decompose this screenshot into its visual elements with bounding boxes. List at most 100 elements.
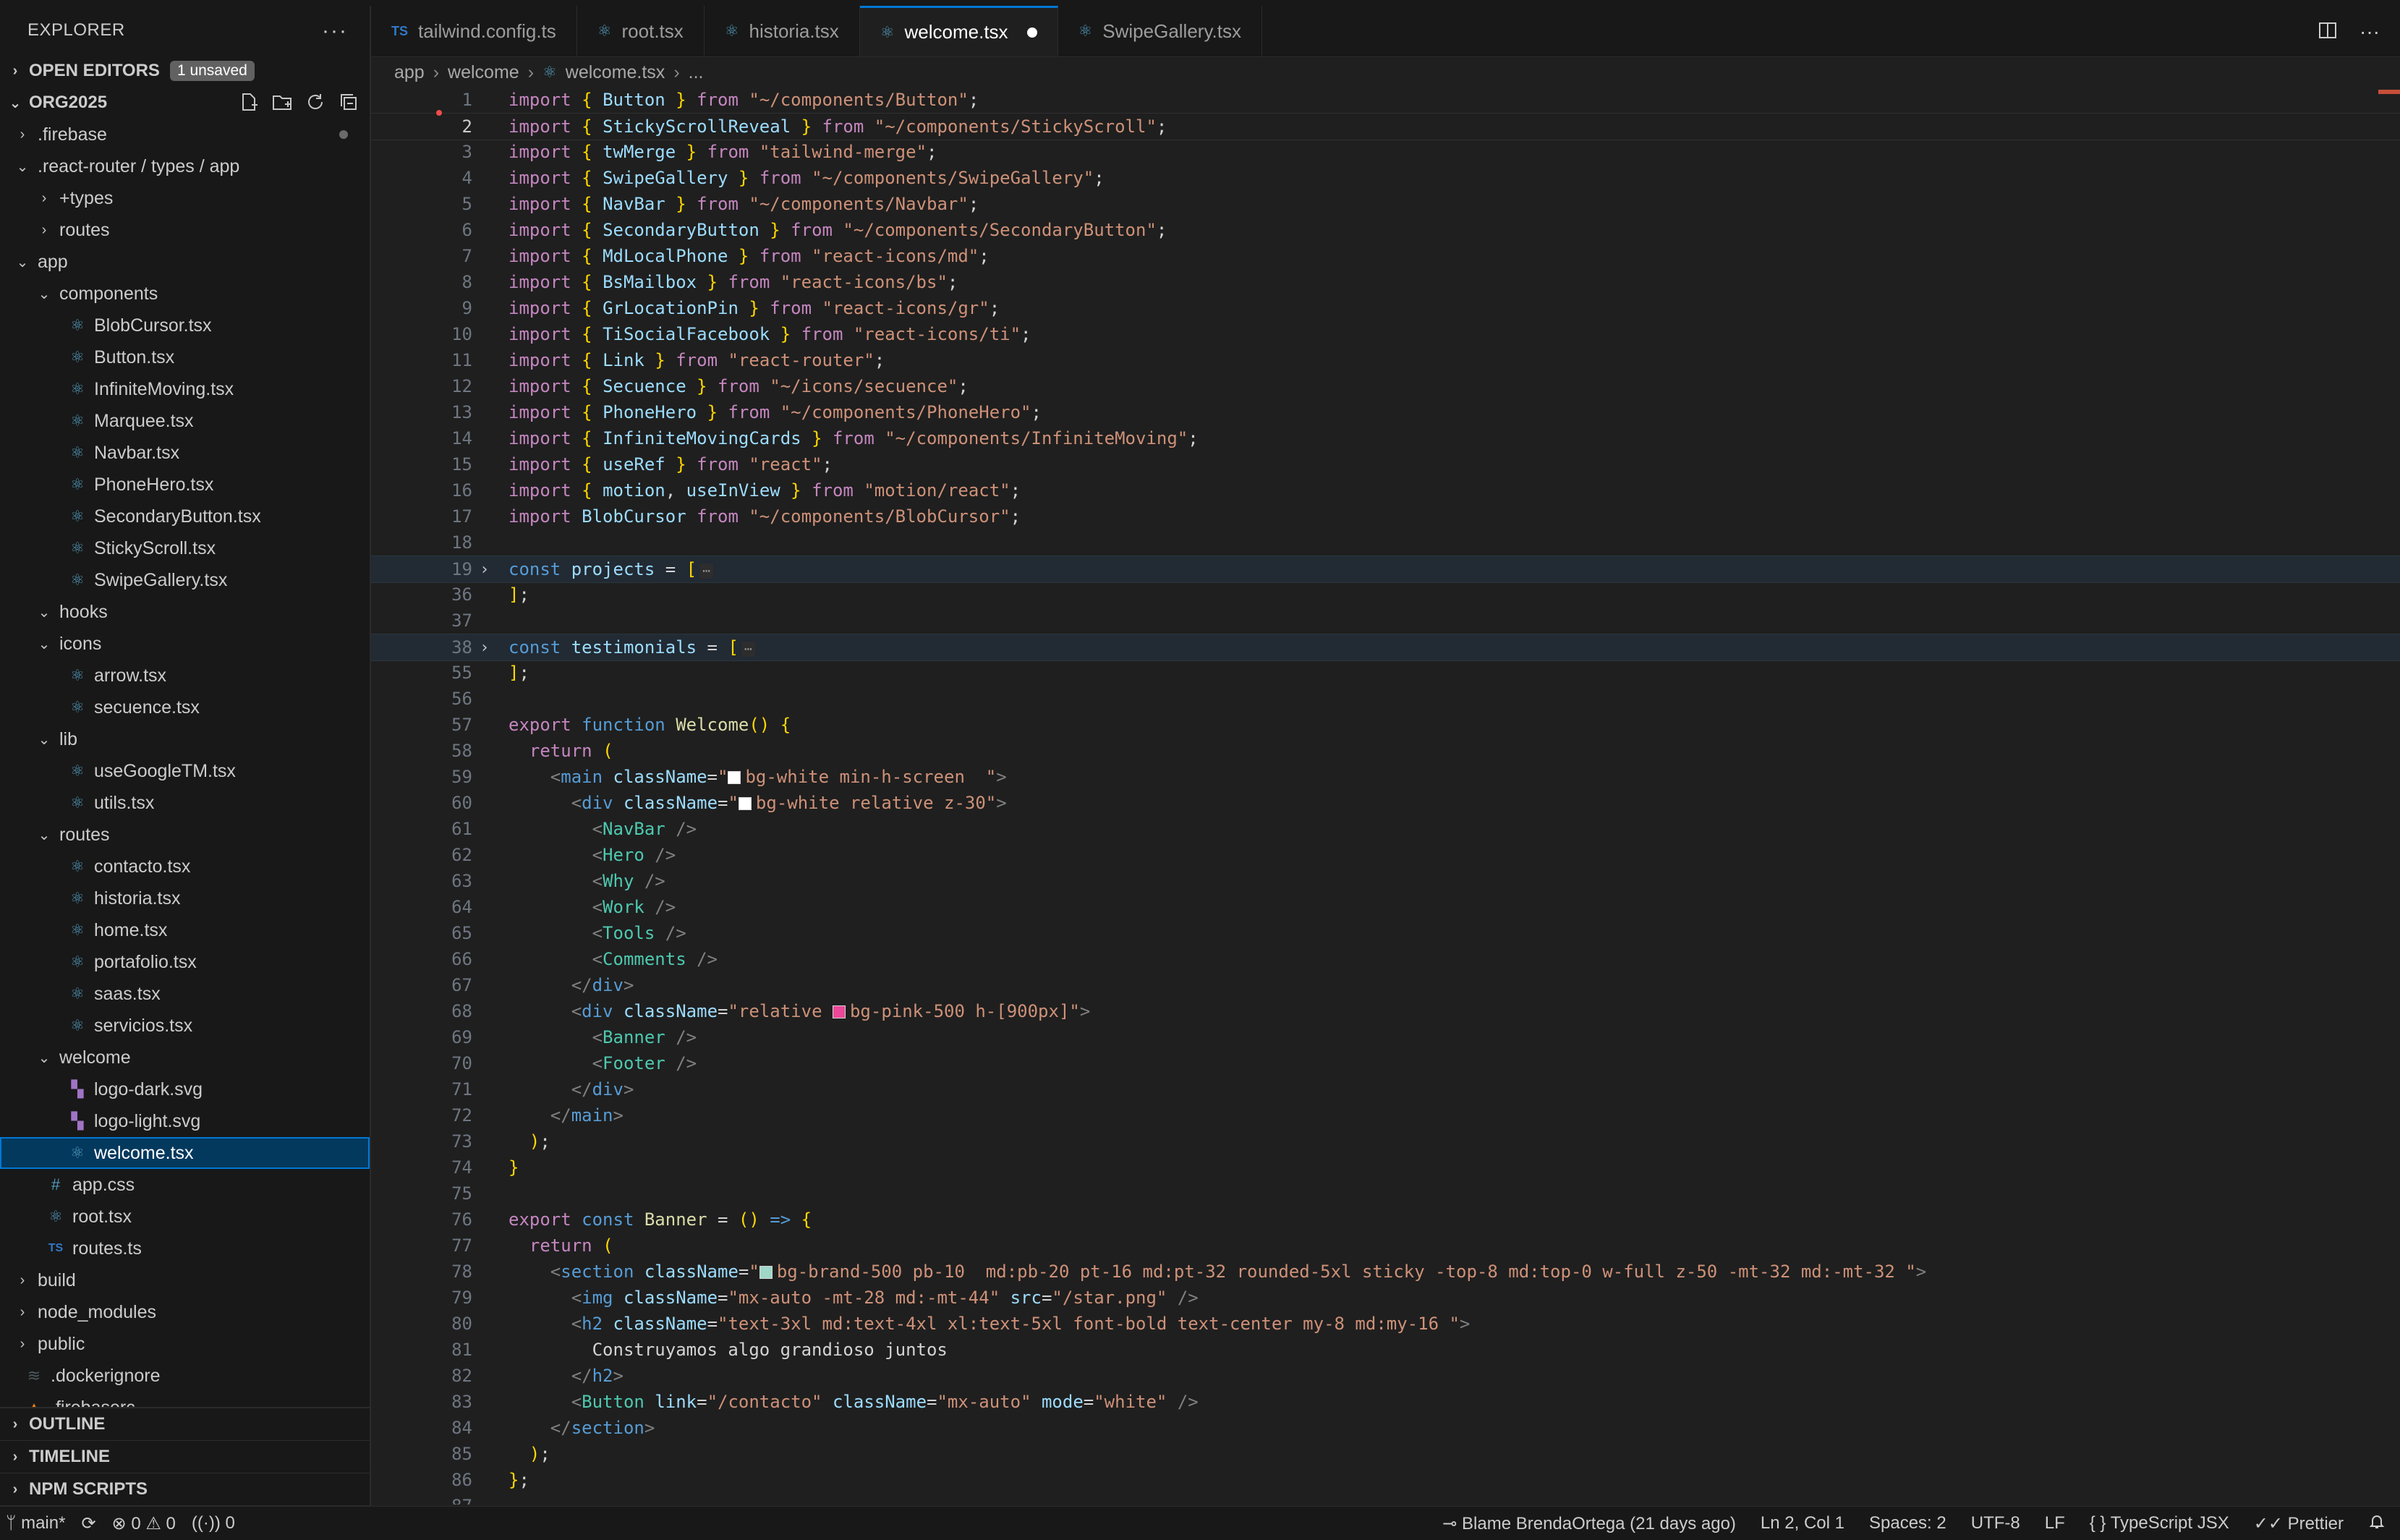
tree-file[interactable]: ⚛ secuence.tsx [0,692,370,723]
code-line[interactable]: 37 [371,608,2400,634]
tree-folder[interactable]: ⌄ icons [0,628,370,660]
breadcrumb-item[interactable]: app [394,62,425,83]
tree-folder[interactable]: ⌄ routes [0,819,370,851]
code-line[interactable]: 63 <Why /> [371,868,2400,894]
workspace-section[interactable]: ⌄ ORG2025 [0,87,370,119]
code-line[interactable]: 80 <h2 className="text-3xl md:text-4xl x… [371,1311,2400,1337]
tree-folder[interactable]: › +types [0,182,370,214]
code-line[interactable]: 67 </div> [371,972,2400,998]
code-line[interactable]: 14 import { InfiniteMovingCards } from "~… [371,425,2400,451]
code-line[interactable]: 4 import { SwipeGallery } from "~/compone… [371,165,2400,191]
indentation[interactable]: Spaces: 2 [1869,1513,1946,1533]
code-editor[interactable]: 1 import { Button } from "~/components/Bu… [371,87,2400,1505]
code-line[interactable]: 58 return ( [371,738,2400,764]
tree-file[interactable]: ▚ logo-dark.svg [0,1073,370,1105]
code-line[interactable]: 17 import BlobCursor from "~/components/B… [371,503,2400,529]
blame-item[interactable]: ⊸ Blame BrendaOrtega (21 days ago) [1442,1513,1736,1534]
code-line[interactable]: 10 import { TiSocialFacebook } from "reac… [371,321,2400,347]
ports-item[interactable]: ((·)) 0 [192,1513,235,1533]
color-swatch-icon[interactable] [759,1266,773,1279]
tree-folder[interactable]: › node_modules [0,1296,370,1328]
code-line[interactable]: 66 <Comments /> [371,946,2400,972]
new-file-icon[interactable] [238,91,260,113]
tab-welcome[interactable]: ⚛ welcome.tsx [859,6,1058,56]
code-line[interactable]: 61 <NavBar /> [371,816,2400,842]
tree-file[interactable]: ⚛ saas.tsx [0,978,370,1010]
folded-region-ellipsis[interactable]: ⋯ [741,642,755,657]
more-actions-icon[interactable]: ··· [2359,20,2380,46]
code-line[interactable]: 59 <main className=" bg-white min-h-scree… [371,764,2400,790]
code-line[interactable]: 81 Construyamos algo grandioso juntos [371,1337,2400,1363]
code-line[interactable]: 19 › const projects = [⋯ [371,556,2400,583]
code-line[interactable]: 76 export const Banner = () => { [371,1207,2400,1233]
code-line[interactable]: 11 import { Link } from "react-router"; [371,347,2400,373]
tree-file[interactable]: ⚛ utils.tsx [0,787,370,819]
tree-folder[interactable]: ⌄ .react-router / types / app [0,150,370,182]
tree-file[interactable]: ▚ logo-light.svg [0,1105,370,1137]
tree-folder[interactable]: › public [0,1328,370,1360]
problems-item[interactable]: ⊗ 0 ⚠ 0 [112,1513,176,1534]
code-line[interactable]: 79 <img className="mx-auto -mt-28 md:-mt… [371,1285,2400,1311]
tree-file[interactable]: TS routes.ts [0,1233,370,1264]
code-line[interactable]: 69 <Banner /> [371,1024,2400,1050]
color-swatch-icon[interactable] [832,1005,846,1018]
tab-historia[interactable]: ⚛ historia.tsx [705,6,860,56]
tree-file[interactable]: ⚛ Button.tsx [0,341,370,373]
fold-chevron-right-icon[interactable]: › [472,639,497,657]
code-line[interactable]: 70 <Footer /> [371,1050,2400,1076]
outline-section[interactable]: › OUTLINE [0,1408,370,1441]
code-line[interactable]: 72 </main> [371,1102,2400,1128]
breadcrumb-item[interactable]: welcome.tsx [566,62,665,83]
code-line[interactable]: 87 [371,1493,2400,1505]
formatter-item[interactable]: ✓✓ Prettier [2254,1513,2344,1534]
code-line[interactable]: 9 import { GrLocationPin } from "react-ic… [371,295,2400,321]
code-line[interactable]: 56 [371,686,2400,712]
more-actions-icon[interactable]: ··· [322,19,348,43]
tab-swipegallery[interactable]: ⚛ SwipeGallery.tsx [1058,6,1262,56]
code-line[interactable]: 13 import { PhoneHero } from "~/component… [371,399,2400,425]
open-editors-section[interactable]: › OPEN EDITORS 1 unsaved [0,55,370,87]
tree-file[interactable]: ⚛ InfiniteMoving.tsx [0,373,370,405]
code-line[interactable]: 74} [371,1154,2400,1180]
tree-file[interactable]: ⚛ contacto.tsx [0,851,370,882]
tree-folder[interactable]: ⌄ welcome [0,1042,370,1073]
tree-file[interactable]: # app.css [0,1169,370,1201]
tree-folder[interactable]: ⌄ app [0,246,370,278]
code-line[interactable]: 84 </section> [371,1415,2400,1441]
tree-file[interactable]: ⚛ home.tsx [0,914,370,946]
encoding[interactable]: UTF-8 [1971,1513,2020,1533]
notifications-bell-icon[interactable] [2368,1513,2386,1535]
code-line[interactable]: 73 ); [371,1128,2400,1154]
code-line[interactable]: 60 <div className=" bg-white relative z-3… [371,790,2400,816]
tree-folder[interactable]: ⌄ components [0,278,370,310]
new-folder-icon[interactable] [271,91,293,113]
tree-file[interactable]: ⚛ arrow.tsx [0,660,370,692]
folded-region-ellipsis[interactable]: ⋯ [699,563,713,579]
code-line[interactable]: 2 import { StickyScrollReveal } from "~/c… [371,113,2400,140]
code-line[interactable]: 82 </h2> [371,1363,2400,1389]
code-line[interactable]: 85 ); [371,1441,2400,1467]
code-line[interactable]: 3 import { twMerge } from "tailwind-merge… [371,139,2400,165]
tree-file[interactable]: ⚛ Navbar.tsx [0,437,370,469]
tree-folder[interactable]: › build [0,1264,370,1296]
tree-file[interactable]: ⚛ useGoogleTM.tsx [0,755,370,787]
fold-chevron-right-icon[interactable]: › [472,561,497,579]
tree-file[interactable]: ⚛ SecondaryButton.tsx [0,501,370,532]
color-swatch-icon[interactable] [728,771,741,784]
code-line[interactable]: 78 <section className=" bg-brand-500 pb-1… [371,1259,2400,1285]
collapse-all-icon[interactable] [338,91,359,113]
code-line[interactable]: 55]; [371,660,2400,686]
code-line[interactable]: 8 import { BsMailbox } from "react-icons/… [371,269,2400,295]
tree-folder[interactable]: › .firebase [0,119,370,150]
code-line[interactable]: 62 <Hero /> [371,842,2400,868]
tree-file[interactable]: ⚛ portafolio.tsx [0,946,370,978]
code-line[interactable]: 57 export function Welcome() { [371,712,2400,738]
code-line[interactable]: 12 import { Secuence } from "~/icons/secu… [371,373,2400,399]
tree-file[interactable]: ⚛ welcome.tsx [0,1137,370,1169]
code-line[interactable]: 5 import { NavBar } from "~/components/Na… [371,191,2400,217]
color-swatch-icon[interactable] [738,797,752,810]
code-line[interactable]: 86}; [371,1467,2400,1493]
tree-file[interactable]: ⚛ Marquee.tsx [0,405,370,437]
code-line[interactable]: 71 </div> [371,1076,2400,1102]
code-line[interactable]: 83 <Button link="/contacto" className="m… [371,1389,2400,1415]
